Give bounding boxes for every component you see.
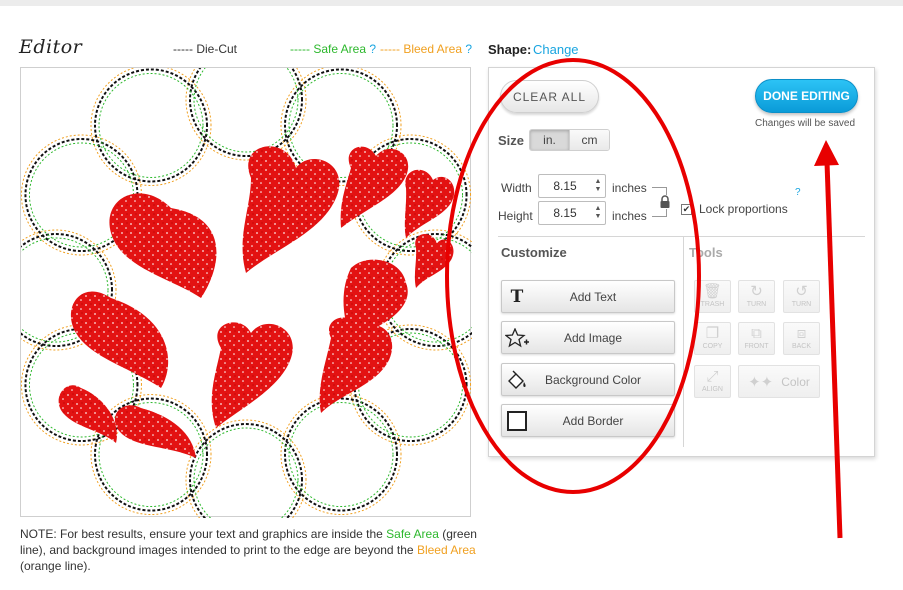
front-tool[interactable]: ⧉ FRONT <box>738 322 775 355</box>
copy-icon: ❐ <box>705 325 720 342</box>
print-note: NOTE: For best results, ensure your text… <box>20 526 480 574</box>
lock-proportions-checkbox[interactable]: ✔ <box>681 204 692 215</box>
legend-bleed-area: ----- Bleed Area ? <box>380 42 472 56</box>
align-icon: ⤢ <box>706 368 719 385</box>
color-tool[interactable]: ✦✦ Color <box>738 365 820 398</box>
background-color-button[interactable]: Background Color <box>501 363 675 396</box>
add-image-label: Add Image <box>563 330 623 345</box>
back-tool[interactable]: ⧈ BACK <box>783 322 820 355</box>
column-divider <box>683 237 684 447</box>
shape-label: Shape: <box>488 42 532 57</box>
height-label: Height <box>498 209 533 223</box>
customize-title: Customize <box>501 245 567 260</box>
width-label: Width <box>501 181 532 195</box>
note-suffix: (orange line). <box>20 559 91 573</box>
rotate-left-icon: ↺ <box>795 283 808 300</box>
bleed-area-help-link[interactable]: ? <box>465 42 472 56</box>
width-stepper-arrows-icon[interactable]: ▲ ▼ <box>591 175 605 197</box>
width-stepper[interactable]: 8.15 ▲ ▼ <box>538 174 606 198</box>
width-value[interactable]: 8.15 <box>539 179 591 193</box>
color-stars-icon: ✦✦ <box>748 373 774 391</box>
done-editing-button[interactable]: DONE EDITING <box>755 79 858 113</box>
height-stepper-arrows-icon[interactable]: ▲ ▼ <box>591 202 605 224</box>
legend-die-cut: ----- Die-Cut <box>173 42 237 56</box>
safe-area-help-link[interactable]: ? <box>369 42 376 56</box>
add-image-button[interactable]: Add Image <box>501 321 675 354</box>
design-canvas[interactable] <box>20 67 472 518</box>
turn-left-label: TURN <box>791 301 812 308</box>
size-help-link[interactable]: ? <box>795 187 801 198</box>
changes-saved-note: Changes will be saved <box>755 118 856 129</box>
turn-right-tool[interactable]: ↻ TURN <box>738 280 775 313</box>
size-label: Size <box>498 133 525 148</box>
legend-safe-area-label: ----- Safe Area <box>290 42 367 56</box>
star-plus-icon <box>502 322 532 353</box>
note-safe-area: Safe Area <box>386 527 439 541</box>
send-back-icon: ⧈ <box>796 325 807 342</box>
add-text-label: Add Text <box>569 289 617 304</box>
add-border-button[interactable]: Add Border <box>501 404 675 437</box>
trash-tool[interactable]: 🗑 TRASH <box>694 280 731 313</box>
change-shape-link[interactable]: Change <box>533 42 579 57</box>
tools-title: Tools <box>689 245 723 260</box>
add-text-button[interactable]: T Add Text <box>501 280 675 313</box>
rotate-right-icon: ↻ <box>750 283 763 300</box>
note-prefix: NOTE: For best results, ensure your text… <box>20 527 387 541</box>
square-border-icon <box>502 405 532 436</box>
add-border-label: Add Border <box>562 413 624 428</box>
turn-left-tool[interactable]: ↺ TURN <box>783 280 820 313</box>
top-bar <box>0 0 903 6</box>
height-value[interactable]: 8.15 <box>539 206 591 220</box>
copy-tool-label: COPY <box>702 343 723 350</box>
panel-divider <box>498 236 865 237</box>
front-tool-label: FRONT <box>744 343 769 350</box>
trash-tool-label: TRASH <box>700 301 725 308</box>
lock-icon <box>659 195 671 209</box>
editor-title: Editor <box>19 36 83 58</box>
bring-front-icon: ⧉ <box>751 325 762 342</box>
trash-icon: 🗑 <box>702 283 723 300</box>
background-color-label: Background Color <box>544 372 642 387</box>
back-tool-label: BACK <box>791 343 812 350</box>
unit-inches-button[interactable]: in. <box>530 130 569 150</box>
width-unit: inches <box>612 181 647 195</box>
legend-safe-area: ----- Safe Area ? <box>290 42 376 56</box>
note-bleed-area: Bleed Area <box>416 543 476 557</box>
lock-proportions-label: Lock proportions <box>699 202 788 216</box>
clear-all-button[interactable]: CLEAR ALL <box>500 80 599 113</box>
legend-bleed-area-label: ----- Bleed Area <box>380 42 463 56</box>
unit-cm-button[interactable]: cm <box>569 130 609 150</box>
height-stepper[interactable]: 8.15 ▲ ▼ <box>538 201 606 225</box>
height-unit: inches <box>612 209 647 223</box>
color-tool-label: Color <box>781 374 810 389</box>
turn-right-label: TURN <box>746 301 767 308</box>
align-tool[interactable]: ⤢ ALIGN <box>694 365 731 398</box>
copy-tool[interactable]: ❐ COPY <box>694 322 731 355</box>
align-tool-label: ALIGN <box>701 386 723 393</box>
paint-bucket-icon <box>502 364 532 395</box>
unit-toggle: in. cm <box>529 129 610 151</box>
text-icon: T <box>510 286 524 307</box>
